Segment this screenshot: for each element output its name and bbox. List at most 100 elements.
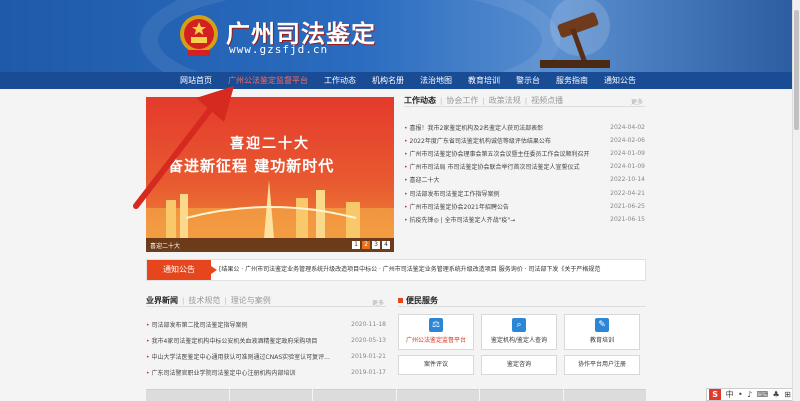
- news-list-item[interactable]: 广东司法警官职业学院司法鉴定中心注册机构内部培训 2019-01-17: [146, 364, 386, 380]
- news-list-item[interactable]: 中山大学法医鉴定中心通用获认可准则通过CNAS实验室认可复评... 2019-01…: [146, 348, 386, 364]
- service-card-label: 案件评议: [423, 361, 448, 368]
- industry-news-panel: 业界新闻|技术规范|理论与案例 更多 司法部发布第二批司法鉴定指导案例2020-…: [146, 295, 386, 385]
- nav-item[interactable]: 服务指南: [548, 72, 596, 89]
- news-title[interactable]: 我市4家司法鉴定机构中标公安机关血液酒精鉴定政府采购项目: [146, 336, 318, 345]
- tab-separator: |: [482, 96, 485, 105]
- site-header: 广州司法鉴定 www.gzsfjd.cn: [0, 0, 800, 72]
- tab-separator: |: [224, 296, 227, 305]
- news-title[interactable]: 广州市司法局 市司法鉴定协会联合举行首次司法鉴定人宣誓仪式: [404, 162, 580, 171]
- nav-item[interactable]: 法治地图: [412, 72, 460, 89]
- ime-button[interactable]: •: [738, 390, 743, 399]
- news-list-item[interactable]: 我市4家司法鉴定机构中标公安机关血液酒精鉴定政府采购项目 2020-05-13: [146, 332, 386, 348]
- ime-button[interactable]: 中: [726, 389, 734, 400]
- footer-block: [480, 389, 563, 401]
- page: 广州司法鉴定 www.gzsfjd.cn 网站首页 广州公法鉴定监督平台 工作动态机…: [0, 0, 800, 401]
- carousel-page-button[interactable]: 2: [362, 241, 370, 249]
- scrollbar-thumb[interactable]: [794, 10, 799, 130]
- news-date: 2024-02-06: [610, 137, 645, 145]
- industry-news-list: 司法部发布第二批司法鉴定指导案例 2020-11-18 我市4家司法鉴定机构中标公安…: [146, 316, 386, 380]
- news-title[interactable]: 司法部发布司法鉴定工作指导案例: [404, 189, 500, 198]
- news-list-item[interactable]: 司法部发布第二批司法鉴定指导案例 2020-11-18: [146, 316, 386, 332]
- ime-button[interactable]: ⊞: [784, 390, 791, 399]
- news-title[interactable]: 喜报！我市2家鉴定机构及2名鉴定人获司法部表彰: [404, 123, 544, 132]
- work-news-list: 喜报！我市2家鉴定机构及2名鉴定人获司法部表彰 2024-04-02 2022年度广…: [404, 121, 645, 226]
- news-date: 2020-05-13: [351, 336, 386, 344]
- news-list-item[interactable]: 司法部发布司法鉴定工作指导案例 2022-04-21: [404, 186, 645, 199]
- ime-button[interactable]: S: [709, 389, 722, 400]
- ime-button[interactable]: ⌨: [757, 390, 769, 399]
- page-scrollbar[interactable]: [792, 0, 800, 401]
- news-date: 2020-11-18: [351, 320, 386, 328]
- news-title[interactable]: 抗疫先锋◎ | 全市司法鉴定人齐战"疫"→: [404, 215, 516, 224]
- work-more-link[interactable]: 更多: [631, 97, 643, 106]
- ime-button[interactable]: ♣: [773, 390, 780, 399]
- nav-item[interactable]: 教育培训: [460, 72, 508, 89]
- news-date: 2022-04-21: [610, 189, 645, 197]
- service-card[interactable]: 案件评议: [398, 355, 474, 375]
- nav-item[interactable]: 通知公告: [596, 72, 644, 89]
- heading-square-icon: [398, 298, 403, 303]
- nav-item[interactable]: 工作动态: [316, 72, 364, 89]
- nav-item[interactable]: 警示台: [508, 72, 548, 89]
- news-title[interactable]: 中山大学法医鉴定中心通用获认可准则通过CNAS实验室认可复评...: [146, 352, 330, 361]
- tab-separator: |: [524, 96, 528, 105]
- news-title[interactable]: 司法部发布第二批司法鉴定指导案例: [146, 320, 248, 329]
- work-tab[interactable]: 视频点播: [531, 95, 563, 106]
- work-dynamics-panel: 工作动态|协会工作|政策法规|视频点播 更多 喜报！我市2家鉴定机构及2名鉴定人…: [404, 95, 645, 251]
- tab-separator: |: [182, 296, 185, 305]
- gavel-icon: [540, 0, 610, 68]
- news-title[interactable]: 广东司法警官职业学院司法鉴定中心注册机构内部培训: [146, 368, 296, 377]
- service-card[interactable]: ⌕ 鉴定机构/鉴定人查询: [481, 314, 557, 350]
- news-list-item[interactable]: 喜报！我市2家鉴定机构及2名鉴定人获司法部表彰 2024-04-02: [404, 121, 645, 134]
- news-list-item[interactable]: 广州市司法局 市司法鉴定协会联合举行首次司法鉴定人宣誓仪式 2024-01-09: [404, 160, 645, 173]
- work-tab[interactable]: 政策法规: [489, 95, 521, 106]
- news-list-item[interactable]: 广州市司法鉴定协会理事会第五次会议暨主任委员工作会议顺利召开 2024-01-09: [404, 147, 645, 160]
- carousel-page-button[interactable]: 4: [382, 241, 390, 249]
- footer-block: [313, 389, 396, 401]
- service-card-label: 鉴定咨询: [506, 361, 531, 368]
- services-grid: ⚖ 广州公法鉴定监督平台 ⌕ 鉴定机构/鉴定人查询 ✎ 教育培训案件评议 鉴定咨询 协作平台用…: [398, 314, 646, 375]
- industry-more-link[interactable]: 更多: [372, 298, 384, 307]
- industry-tabs: 业界新闻 | 技术规范 | 理论与案例: [146, 295, 386, 307]
- industry-tab[interactable]: 技术规范: [188, 295, 220, 306]
- service-card[interactable]: ✎ 教育培训: [564, 314, 640, 350]
- news-list-item[interactable]: 抗疫先锋◎ | 全市司法鉴定人齐战"疫"→ 2021-06-15: [404, 213, 645, 226]
- nav-item[interactable]: 机构名册: [364, 72, 412, 89]
- carousel-page-button[interactable]: 1: [352, 241, 360, 249]
- news-list-item[interactable]: 广州市司法鉴定协会2021年招聘公告 2021-06-25: [404, 200, 645, 213]
- ime-button[interactable]: ♪: [747, 390, 752, 399]
- news-date: 2022-10-14: [610, 176, 645, 184]
- platform-icon: ⚖: [429, 318, 443, 332]
- service-card[interactable]: 鉴定咨询: [481, 355, 557, 375]
- ime-toolbar[interactable]: S 中 • ♪ ⌨ ♣ ⊞: [706, 388, 794, 401]
- news-title[interactable]: 喜迎二十大: [404, 175, 440, 184]
- service-card-label: 教育培训: [589, 337, 614, 344]
- banner-headline-1: 喜迎二十大: [230, 136, 310, 152]
- footer-block: [229, 389, 312, 401]
- notice-label[interactable]: 通知公告: [147, 260, 217, 280]
- work-tab[interactable]: 协会工作: [446, 95, 478, 106]
- work-tab[interactable]: 工作动态: [404, 95, 436, 106]
- industry-tab[interactable]: 业界新闻: [146, 295, 178, 306]
- news-date: 2024-01-09: [610, 163, 645, 171]
- main-nav: 网站首页 广州公法鉴定监督平台 工作动态 机构名册 法治地图 教育培训 警示台 服务指南 通知公…: [0, 72, 800, 89]
- news-title[interactable]: 广州市司法鉴定协会2021年招聘公告: [404, 202, 509, 211]
- national-emblem-icon: [180, 15, 218, 56]
- service-card[interactable]: ⚖ 广州公法鉴定监督平台: [398, 314, 474, 350]
- news-list-item[interactable]: 2022年度广东省司法鉴定机构诚信等级评估结果公布 2024-02-06: [404, 134, 645, 147]
- nav-item[interactable]: 网站首页: [172, 72, 220, 89]
- news-title[interactable]: 2022年度广东省司法鉴定机构诚信等级评估结果公布: [404, 136, 551, 145]
- banner-carousel[interactable]: 喜迎二十大 奋进新征程 建功新时代 喜迎二十大 1234: [146, 97, 394, 252]
- news-date: 2021-06-15: [610, 215, 645, 223]
- news-date: 2019-01-17: [351, 368, 386, 376]
- service-card[interactable]: 协作平台用户注册: [564, 355, 640, 375]
- carousel-page-button[interactable]: 3: [372, 241, 380, 249]
- nav-item[interactable]: 广州公法鉴定监督平台: [220, 72, 316, 89]
- news-date: 2024-04-02: [610, 124, 645, 132]
- news-date: 2024-01-09: [610, 150, 645, 158]
- industry-tab[interactable]: 理论与案例: [231, 295, 271, 306]
- education-icon: ✎: [595, 318, 609, 332]
- news-title[interactable]: 广州市司法鉴定协会理事会第五次会议暨主任委员工作会议顺利召开: [404, 149, 590, 158]
- notice-scroller[interactable]: [结果公 · 广州市司法鉴定业务管理系统升级改造项目中标公 · 广州市司法鉴定业…: [219, 260, 639, 280]
- news-list-item[interactable]: 喜迎二十大 2022-10-14: [404, 173, 645, 186]
